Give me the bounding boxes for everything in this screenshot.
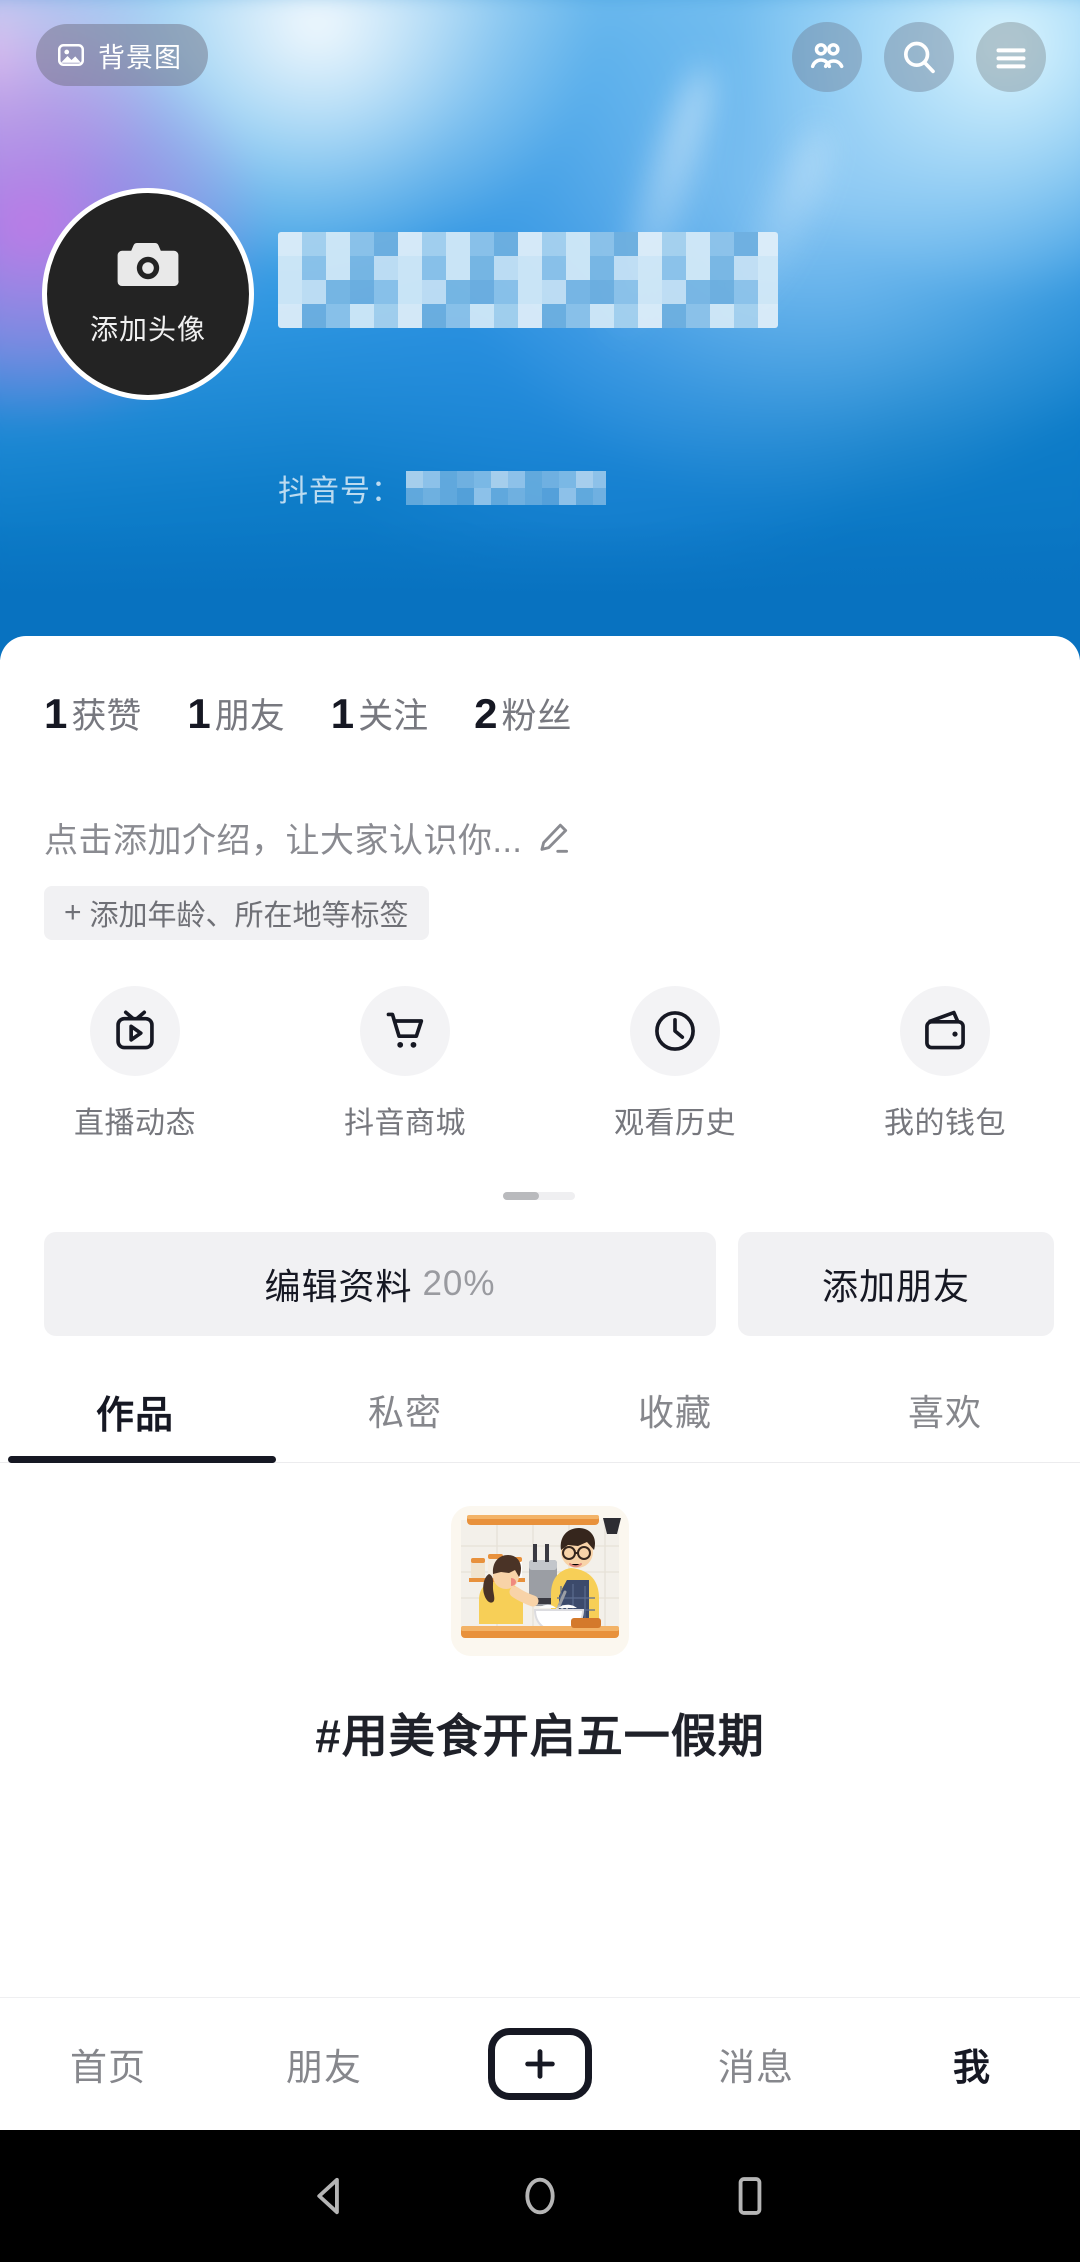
clock-icon	[630, 986, 720, 1076]
stat-label: 获赞	[71, 697, 142, 736]
stat-label: 粉丝	[501, 697, 572, 736]
stat-value: 1	[187, 690, 211, 737]
tab-label: 喜欢	[907, 1392, 982, 1433]
content-tabs: 作品 私密 收藏 喜欢	[0, 1384, 1080, 1465]
edit-profile-button[interactable]: 编辑资料 20%	[44, 1232, 716, 1336]
nav-messages[interactable]: 消息	[648, 2037, 864, 2091]
avatar[interactable]: 添加头像	[42, 188, 254, 400]
wallet-icon	[900, 986, 990, 1076]
nav-label: 消息	[718, 2047, 794, 2088]
tab-label: 收藏	[637, 1392, 712, 1433]
search-icon	[899, 37, 939, 77]
cart-icon	[360, 986, 450, 1076]
stat-following[interactable]: 1 关注	[331, 688, 428, 739]
plus-icon	[488, 2028, 592, 2100]
stat-likes[interactable]: 1 获赞	[44, 688, 141, 739]
douyin-id-label: 抖音号：	[278, 475, 402, 508]
profile-card: 1 获赞 1 朋友 1 关注 2 粉丝 点击添加介绍，让大家认识你... + 添…	[0, 636, 1080, 2026]
bottom-navigation: 首页 朋友 消息 我	[0, 1997, 1080, 2130]
camera-icon	[114, 234, 182, 294]
stats-row: 1 获赞 1 朋友 1 关注 2 粉丝	[44, 688, 572, 739]
tab-label: 私密	[367, 1392, 442, 1433]
cooking-couple-illustration[interactable]	[451, 1506, 629, 1656]
cover-badge-button[interactable]: 背景图	[36, 24, 208, 86]
pencil-icon[interactable]	[534, 819, 572, 857]
quick-action-wallet[interactable]: 我的钱包	[810, 986, 1080, 1142]
nav-me[interactable]: 我	[864, 2037, 1080, 2091]
tab-active-indicator	[8, 1456, 276, 1463]
stat-label: 关注	[358, 697, 429, 736]
search-button[interactable]	[884, 22, 954, 92]
stat-value: 1	[330, 690, 355, 737]
profile-cover[interactable]: 背景图 添加头像 抖音号：	[0, 0, 1080, 660]
stat-followers[interactable]: 2 粉丝	[474, 688, 571, 739]
nav-home[interactable]: 首页	[0, 2037, 216, 2091]
menu-icon	[991, 37, 1031, 77]
display-name-redacted	[278, 232, 778, 328]
nav-friends[interactable]: 朋友	[216, 2037, 432, 2091]
friends-button[interactable]	[792, 22, 862, 92]
nav-label: 首页	[70, 2047, 146, 2088]
add-friend-label: 添加朋友	[821, 1266, 970, 1307]
nav-label: 朋友	[286, 2047, 362, 2088]
douyin-profile-screen: 背景图 添加头像 抖音号： 1 获赞 1 朋友 1 关注 2 粉丝 点击添加介绍…	[0, 0, 1080, 2262]
nav-label: 我	[953, 2047, 991, 2088]
recents-icon[interactable]	[725, 2171, 775, 2221]
plus-icon: +	[64, 896, 82, 929]
quick-action-history[interactable]: 观看历史	[540, 986, 810, 1142]
tab-works[interactable]: 作品	[0, 1384, 270, 1465]
live-tv-icon	[90, 986, 180, 1076]
add-tags-chip[interactable]: + 添加年龄、所在地等标签	[44, 886, 429, 940]
empty-state: #用美食开启五一假期	[0, 1506, 1080, 1766]
home-icon[interactable]	[515, 2171, 565, 2221]
bio-row[interactable]: 点击添加介绍，让大家认识你...	[44, 813, 572, 862]
menu-button[interactable]	[976, 22, 1046, 92]
quick-action-label: 直播动态	[74, 1107, 196, 1140]
action-buttons-row: 编辑资料 20% 添加朋友	[44, 1232, 1054, 1336]
back-icon[interactable]	[305, 2171, 355, 2221]
empty-state-title[interactable]: #用美食开启五一假期	[315, 1700, 765, 1766]
quick-action-mall[interactable]: 抖音商城	[270, 986, 540, 1142]
stat-label: 朋友	[214, 697, 285, 736]
edit-profile-percent: 20%	[422, 1264, 496, 1303]
display-name[interactable]	[278, 232, 838, 328]
friends-icon	[807, 37, 847, 77]
avatar-label: 添加头像	[89, 314, 206, 345]
system-navigation-bar	[0, 2130, 1080, 2262]
nav-create[interactable]	[432, 2028, 648, 2100]
quick-action-label: 观看历史	[614, 1107, 736, 1140]
stat-value: 1	[44, 690, 68, 737]
stat-value: 2	[474, 690, 498, 737]
add-tags-label: 添加年龄、所在地等标签	[89, 900, 409, 932]
image-icon	[56, 40, 86, 70]
stat-friends[interactable]: 1 朋友	[187, 688, 284, 739]
quick-action-live[interactable]: 直播动态	[0, 986, 270, 1142]
douyin-id-row[interactable]: 抖音号：	[278, 466, 606, 510]
quick-actions-row: 直播动态 抖音商城 观看历史 我的钱包	[0, 986, 1080, 1142]
edit-profile-label: 编辑资料	[264, 1266, 413, 1307]
header-actions	[792, 22, 1046, 92]
douyin-id-redacted	[406, 471, 606, 505]
tab-private[interactable]: 私密	[270, 1384, 540, 1465]
bio-placeholder: 点击添加介绍，让大家认识你...	[44, 822, 523, 860]
quick-actions-scrollbar[interactable]	[503, 1192, 575, 1200]
tab-favorites[interactable]: 收藏	[540, 1384, 810, 1465]
quick-action-label: 我的钱包	[884, 1107, 1006, 1140]
cover-badge-label: 背景图	[98, 42, 182, 73]
quick-action-label: 抖音商城	[344, 1107, 466, 1140]
tab-likes[interactable]: 喜欢	[810, 1384, 1080, 1465]
add-friend-button[interactable]: 添加朋友	[738, 1232, 1054, 1336]
tab-label: 作品	[95, 1395, 174, 1437]
